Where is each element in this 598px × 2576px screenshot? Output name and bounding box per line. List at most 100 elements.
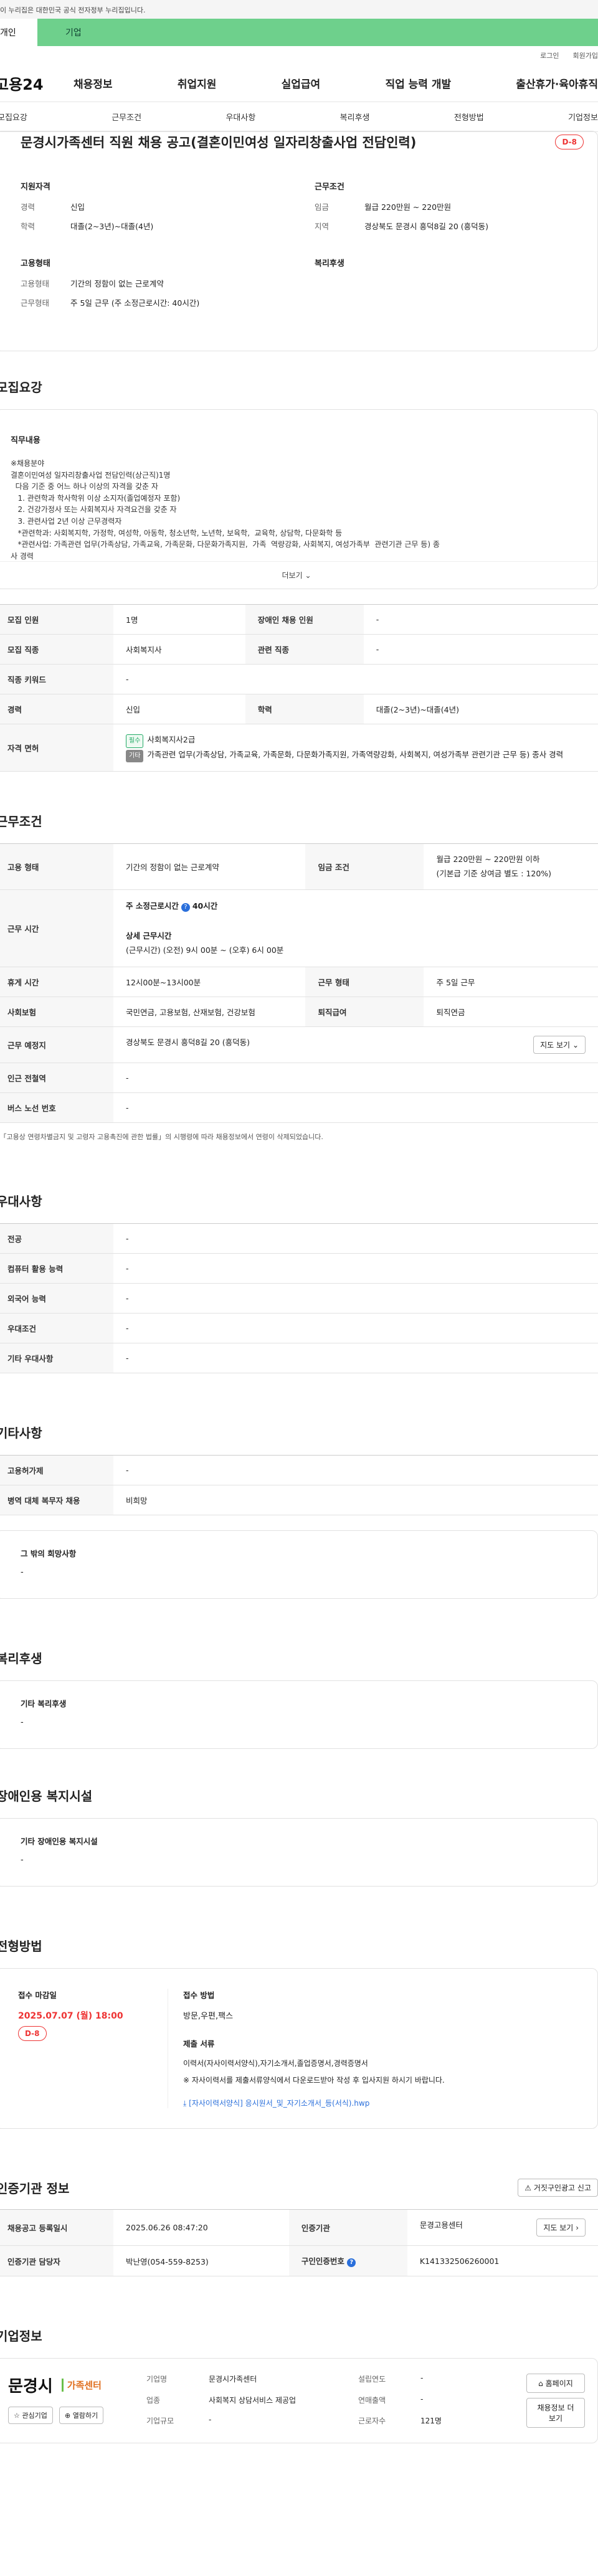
- anchor-process[interactable]: 전형방법: [454, 111, 484, 123]
- method-block: 접수 방법 방문,우편,팩스 제출 서류 이력서(자사이력서양식),자기소개서,…: [168, 1989, 575, 2108]
- chevron-down-icon: ⌄: [572, 1041, 579, 1049]
- worktype-label: 근무형태: [21, 298, 50, 308]
- license-cell: 필수 사회복지사2급 기타 가족관련 업무(가족상담, 가족교육, 가족문화, 다문…: [113, 724, 598, 772]
- cert-label: 구인인증번호: [301, 2256, 344, 2266]
- table-row: 우대조건 -: [0, 1313, 598, 1343]
- map-button-label: 지도 보기: [540, 1041, 571, 1049]
- site-logo[interactable]: 고용24: [0, 72, 70, 94]
- table-header: 학력: [245, 694, 364, 724]
- table-row: 사회보험 국민연금, 고용보험, 산재보험, 건강보험 퇴직급여 퇴직연금: [0, 997, 598, 1027]
- place-text: 경상북도 문경시 흥덕8길 20 (흥덕동): [126, 1038, 250, 1047]
- other-wishes-title: 그 밖의 희망사항: [21, 1549, 77, 1558]
- table-row: 고용 형태 기간의 정함이 없는 근로계약 임금 조건 월급 220만원 ~ 2…: [0, 843, 598, 890]
- gnb-item-unemployment[interactable]: 실업급여: [282, 75, 321, 91]
- disability-card-value: -: [21, 1855, 24, 1865]
- table-header: 고용허가제: [0, 1455, 113, 1485]
- table-row: 인증기관 담당자 박난영(054-559-8253) 구인인증번호 ? K141…: [0, 2245, 598, 2276]
- founded-value: -: [420, 2374, 424, 2382]
- table-row: 채용공고 등록일시 2025.06.26 08:47:20 인증기관 문경고용센…: [0, 2209, 598, 2246]
- table-header: 외국어 능력: [0, 1283, 113, 1314]
- homepage-button[interactable]: ⌂ 홈페이지: [526, 2374, 585, 2393]
- job-description-card: 직무내용 ※채용분야 결혼이민여성 일자리창출사업 전담인력(상근직)1명 다음…: [0, 409, 598, 589]
- tab-corporate[interactable]: 기업: [37, 19, 598, 46]
- anchor-welfare[interactable]: 복리후생: [340, 111, 370, 123]
- signup-link[interactable]: 회원가입: [573, 50, 598, 60]
- scale-label: 기업규모: [146, 2417, 174, 2426]
- tab-personal[interactable]: 개인: [0, 19, 37, 46]
- gnb-item-training[interactable]: 직업 능력 개발: [385, 75, 451, 91]
- founded-label: 설립연도: [358, 2375, 386, 2384]
- table-cell: -: [113, 664, 598, 694]
- table-cell: -: [363, 634, 598, 665]
- etc-table: 고용허가제 - 병역 대체 복무자 채용 비희망: [0, 1455, 598, 1515]
- table-row: 자격 면허 필수 사회복지사2급 기타 가족관련 업무(가족상담, 가족교육, 가족…: [0, 724, 598, 772]
- login-link[interactable]: 로그인: [540, 50, 559, 60]
- follow-button[interactable]: ⊕ 열람하기: [59, 2407, 104, 2424]
- career-value: 신입: [70, 202, 85, 212]
- anchor-prefer[interactable]: 우대사항: [225, 111, 255, 123]
- table-row: 고용허가제 -: [0, 1455, 598, 1485]
- table-header: 병역 대체 복무자 채용: [0, 1485, 113, 1515]
- work-section-title: 근무조건: [0, 814, 42, 829]
- docs-value: 이력서(자사이력서양식),자기소개서,졸업증명서,경력증명서: [183, 2059, 368, 2068]
- agency-map-label: 지도 보기: [543, 2223, 574, 2232]
- gnb-item-parental-leave[interactable]: 출산휴가·육아휴직: [516, 75, 598, 91]
- worktype-value: 주 5일 근무 (주 소정근로시간: 40시간): [70, 298, 200, 308]
- agency-map-button[interactable]: 지도 보기 ›: [536, 2218, 586, 2237]
- deadline-title: 접수 마감일: [18, 1991, 57, 2000]
- info-icon[interactable]: ?: [347, 2258, 356, 2267]
- interest-company-button[interactable]: ☆ 관심기업: [8, 2407, 53, 2424]
- table-cell: -: [113, 1313, 598, 1343]
- table-header: 근무 형태: [305, 967, 424, 997]
- more-button[interactable]: 더보기 ⌄: [0, 561, 597, 589]
- emptype-label: 고용형태: [21, 279, 50, 288]
- wage-cell: 월급 220만원 ~ 220만원 이하 (기본급 기준 상여금 별도 : 120%…: [424, 843, 598, 890]
- more-jobs-button[interactable]: 채용정보 더보기: [526, 2398, 585, 2428]
- docs-title: 제출 서류: [183, 2039, 215, 2048]
- emptype-value: 기간의 정함이 없는 근로계약: [70, 279, 164, 288]
- region-value: 경상북도 문경시 흥덕8길 20 (흥덕동): [364, 222, 489, 231]
- anchor-company[interactable]: 기업정보: [568, 111, 598, 123]
- table-header: 구인인증번호 ?: [288, 2245, 407, 2276]
- follow-label: 열람하기: [72, 2412, 98, 2420]
- table-header: 전공: [0, 1223, 113, 1254]
- welfare-section-title: 복리후생: [0, 1651, 42, 1666]
- table-header: 관련 직종: [245, 634, 364, 665]
- table-cell: 대졸(2~3년)~대졸(4년): [363, 694, 598, 724]
- table-cell: -: [113, 1253, 598, 1284]
- hours-cell: 주 소정근로시간 ? 40시간 상세 근무시간 (근무시간) (오전) 9시 0…: [113, 889, 598, 967]
- info-icon[interactable]: ?: [181, 903, 190, 912]
- anchor-recruit[interactable]: 모집요강: [0, 111, 27, 123]
- license-etc: 가족관련 업무(가족상담, 가족교육, 가족문화, 다문화가족지원, 가족역량강…: [147, 750, 564, 759]
- company-info-grid: 기업명 문경시가족센터 설립연도 - 업종 사회복지 상담서비스 제공업 연매출액 - …: [146, 2374, 514, 2428]
- qualification-block: 지원자격 경력 신입 학력 대졸(2~3년)~대졸(4년): [21, 180, 290, 239]
- table-header: 고용 형태: [0, 843, 113, 890]
- plus-icon: ⊕: [65, 2412, 71, 2420]
- star-icon: ☆: [14, 2412, 20, 2420]
- map-button[interactable]: 지도 보기 ⌄: [533, 1036, 586, 1054]
- weekly-hours-value: 40시간: [192, 901, 218, 911]
- table-header: 직종 키워드: [0, 664, 113, 694]
- table-cell: -: [113, 1343, 598, 1373]
- report-icon: ⚠: [524, 2184, 532, 2192]
- gnb-item-support[interactable]: 취업지원: [178, 75, 217, 91]
- table-cell: -: [113, 1092, 598, 1123]
- job-title-row: 문경시가족센터 직원 채용 공고(결혼이민여성 일자리창출사업 전담인력) D-…: [21, 131, 584, 151]
- report-button[interactable]: ⚠ 거짓구인광고 신고: [518, 2179, 598, 2197]
- table-row: 컴퓨터 활용 능력 -: [0, 1253, 598, 1284]
- company-card: 문경시 가족센터 ☆ 관심기업 ⊕ 열람하기 기업명 문경시가족센터 설립연도 - …: [0, 2358, 598, 2443]
- employees-value: 121명: [420, 2417, 442, 2426]
- sales-value: -: [420, 2394, 424, 2403]
- other-wishes-card: 그 밖의 희망사항 -: [0, 1530, 598, 1599]
- table-row: 인근 전철역 -: [0, 1063, 598, 1093]
- agency-section-title: 인증기관 정보: [0, 2181, 70, 2196]
- docs-file-link[interactable]: ⤓ [자사이력서양식] 응시원서_및_자기소개서_등(서식).hwp: [183, 2098, 575, 2108]
- table-row: 기타 우대사항 -: [0, 1343, 598, 1373]
- welfare-block: 복리후생: [315, 257, 584, 316]
- gnb-item-jobs[interactable]: 채용정보: [74, 75, 113, 91]
- table-header: 사회보험: [0, 997, 113, 1027]
- deadline-block: 접수 마감일 2025.07.07 (월) 18:00 D-8: [18, 1989, 168, 2108]
- anchor-conditions[interactable]: 근무조건: [112, 111, 141, 123]
- company-logo-block: 문경시 가족센터 ☆ 관심기업 ⊕ 열람하기: [8, 2374, 134, 2428]
- table-header: 인증기관: [288, 2209, 407, 2246]
